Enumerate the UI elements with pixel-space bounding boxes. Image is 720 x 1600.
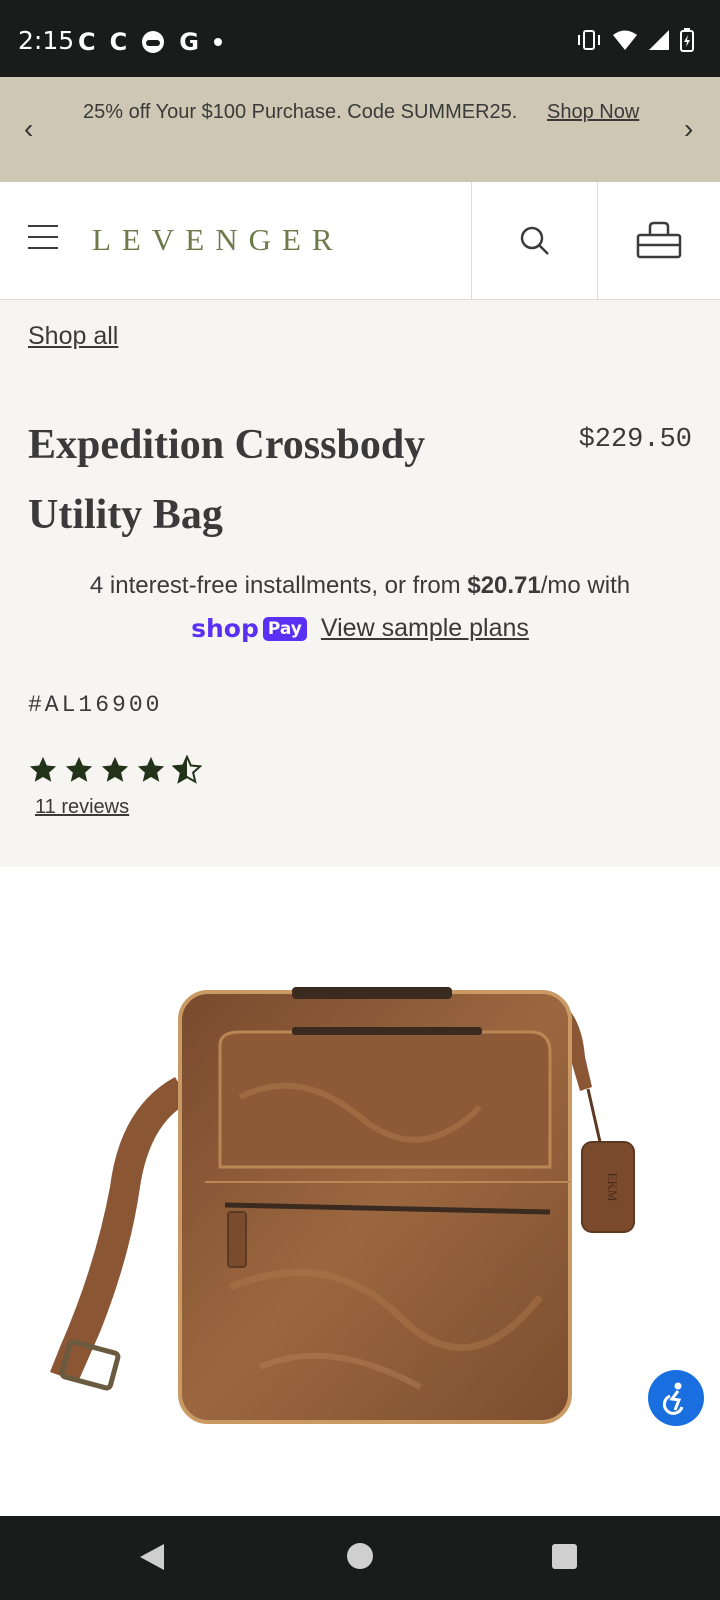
rating-stars[interactable] — [28, 755, 202, 785]
promo-next-arrow[interactable]: › — [684, 113, 693, 145]
bag-icon — [636, 221, 682, 258]
signal-icon — [649, 30, 669, 50]
star-icon — [101, 756, 129, 782]
installments-amount: $20.71 — [467, 572, 541, 599]
breadcrumb-shop-all[interactable]: Shop all — [28, 322, 118, 351]
vibrate-icon — [578, 30, 600, 50]
gamepad-icon — [142, 31, 165, 53]
wifi-icon — [613, 30, 637, 50]
promo-text: 25% off Your $100 Purchase. Code SUMMER2… — [83, 101, 518, 123]
installments-suffix: /mo with — [540, 572, 631, 599]
tag-monogram: EKM — [605, 1173, 620, 1202]
installments-text: 4 interest-free installments, or from $2… — [0, 572, 720, 600]
notification-g-icon: G — [179, 28, 199, 56]
promo-shop-now-link[interactable]: Shop Now — [547, 101, 639, 124]
search-icon — [520, 226, 549, 255]
home-icon[interactable] — [346, 1542, 374, 1570]
installments-prefix: 4 interest-free installments, or from — [89, 572, 468, 599]
view-sample-plans-link[interactable]: View sample plans — [321, 614, 529, 643]
product-sku: #AL16900 — [28, 692, 163, 718]
accessibility-button[interactable] — [648, 1370, 704, 1426]
star-icon — [29, 756, 57, 782]
promo-banner: ‹ 25% off Your $100 Purchase. Code SUMME… — [0, 77, 720, 182]
notification-c-icon: C — [109, 28, 128, 56]
accessibility-icon — [662, 1382, 684, 1415]
site-header: LEVENGER — [0, 182, 720, 300]
system-nav-bar — [0, 1516, 720, 1600]
product-info: Shop all Expedition Crossbody Utility Ba… — [0, 300, 720, 867]
product-price: $229.50 — [578, 425, 692, 455]
shoppay-pay-badge: Pay — [262, 616, 307, 641]
star-icon — [137, 756, 165, 782]
status-time: 2:15 — [18, 26, 75, 55]
status-notification-icons: C C G — [78, 28, 223, 56]
back-icon[interactable] — [138, 1542, 168, 1572]
recents-icon[interactable] — [551, 1543, 578, 1570]
reviews-link[interactable]: 11 reviews — [35, 796, 129, 819]
menu-icon[interactable] — [28, 225, 58, 251]
shoppay-logo: shop Pay — [191, 614, 307, 643]
status-system-icons — [576, 28, 694, 52]
search-button[interactable] — [471, 182, 597, 299]
promo-prev-arrow[interactable]: ‹ — [24, 113, 33, 145]
site-logo[interactable]: LEVENGER — [92, 222, 344, 258]
status-bar: 2:15 C C G — [0, 0, 720, 77]
product-image-area: EKM — [0, 867, 720, 1517]
product-title: Expedition Crossbody Utility Bag — [28, 422, 426, 538]
product-image[interactable]: EKM — [0, 867, 720, 1517]
cart-button[interactable] — [597, 182, 720, 299]
half-star-icon — [172, 755, 202, 784]
dot-icon — [213, 38, 222, 46]
shoppay-row: shop Pay View sample plans — [0, 614, 720, 643]
battery-icon — [680, 28, 694, 52]
notification-c-icon: C — [78, 28, 96, 56]
shoppay-shop-text: shop — [191, 614, 259, 643]
star-icon — [65, 756, 93, 782]
